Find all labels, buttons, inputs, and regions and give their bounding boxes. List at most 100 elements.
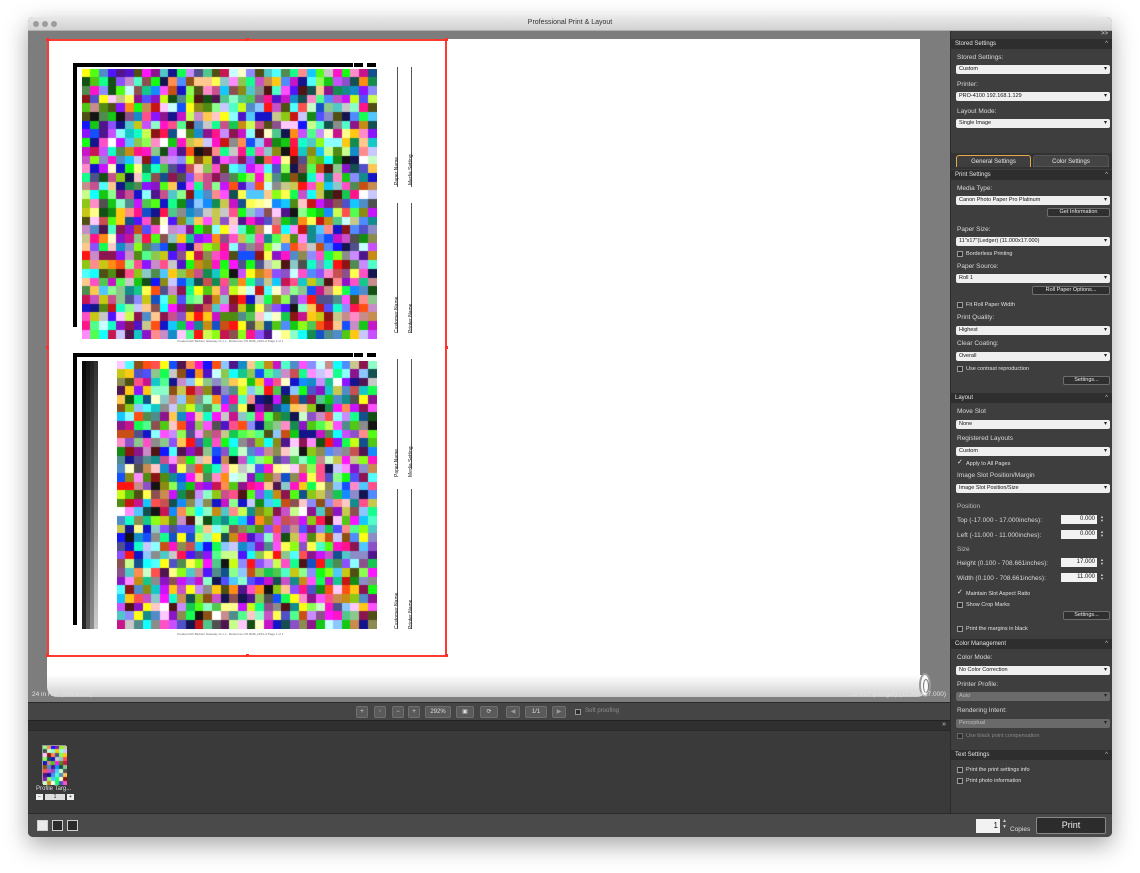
thumbnail-increment-button[interactable]: + xyxy=(67,794,74,800)
top-stepper[interactable]: ▲ ▼ xyxy=(1100,515,1106,524)
thumbnail-divider[interactable]: » xyxy=(28,720,950,730)
thumbnail-count[interactable]: 1 xyxy=(45,794,65,800)
rendering-intent-dropdown[interactable]: Perceptual xyxy=(956,719,1110,728)
paper-size-dropdown[interactable]: 11"x17"(Ledger) (11.000x17.000) xyxy=(956,237,1110,246)
media-type-dropdown[interactable]: Canon Photo Paper Pro Platinum xyxy=(956,196,1110,205)
stored-settings-dropdown[interactable]: Custom xyxy=(956,65,1110,74)
printer-profile-dropdown[interactable]: Auto xyxy=(956,692,1110,701)
registration-mark xyxy=(367,63,376,67)
text-settings-header[interactable]: Text Settings ^ xyxy=(951,750,1112,760)
roll-size-status: 24 in Roll (609.6mm) xyxy=(32,691,93,698)
left-label: Left (-11.000 - 11.000inches): xyxy=(957,532,1042,539)
print-info-checkbox[interactable] xyxy=(957,767,963,773)
stored-settings-label: Stored Settings: xyxy=(957,54,1004,61)
crop-marks-checkbox[interactable] xyxy=(957,602,963,608)
apply-all-checkbox[interactable]: ✓ xyxy=(957,459,963,466)
tab-color-settings[interactable]: Color Settings xyxy=(1033,155,1109,167)
chevron-up-icon[interactable]: ^ xyxy=(1105,393,1108,403)
chevron-up-icon[interactable]: ^ xyxy=(1105,750,1108,760)
slot-handle[interactable] xyxy=(445,346,448,349)
layout-mode-dropdown[interactable]: Single Image xyxy=(956,119,1110,128)
maintain-aspect-checkbox[interactable]: ✓ xyxy=(957,589,963,596)
rotate-icon[interactable]: ⟳ xyxy=(480,706,498,718)
roll-paper-options-button[interactable]: Roll Paper Options... xyxy=(1032,286,1110,295)
top-input[interactable]: 0.000 xyxy=(1061,515,1097,524)
slot-handle[interactable] xyxy=(246,654,249,657)
photo-info-checkbox[interactable] xyxy=(957,778,963,784)
left-input[interactable]: 0.000 xyxy=(1061,530,1097,539)
fit-roll-checkbox[interactable] xyxy=(957,302,963,308)
soft-proofing-checkbox[interactable] xyxy=(575,709,581,715)
media-setting-label: Media Setting xyxy=(408,154,414,185)
layout-settings-button[interactable]: Settings... xyxy=(1063,611,1110,620)
zoom-level-dropdown[interactable]: 292% xyxy=(425,706,451,718)
height-stepper[interactable]: ▲ ▼ xyxy=(1100,558,1106,567)
paper-source-dropdown[interactable]: Roll 1 xyxy=(956,274,1110,283)
margins-black-checkbox[interactable] xyxy=(957,626,963,632)
printer-dropdown[interactable]: PRO-4100 192.168.1.129 xyxy=(956,92,1110,101)
target-page-1: Paper Name Media Setting Customer Name P… xyxy=(51,43,443,345)
print-quality-label: Print Quality: xyxy=(957,314,995,321)
side-view-icon[interactable] xyxy=(67,820,78,831)
bpc-checkbox[interactable] xyxy=(957,733,963,739)
print-settings-button[interactable]: Settings... xyxy=(1063,376,1110,385)
window-title: Professional Print & Layout xyxy=(527,19,613,26)
move-slot-label: Move Slot xyxy=(957,408,986,415)
preview-canvas[interactable]: Paper Name Media Setting Customer Name P… xyxy=(28,31,950,702)
thumbnail-image[interactable] xyxy=(42,745,67,785)
get-information-button[interactable]: Get Information xyxy=(1047,208,1110,217)
chevron-up-icon[interactable]: ^ xyxy=(1105,170,1108,180)
add-page-icon[interactable]: + xyxy=(356,706,368,718)
rendering-intent-label: Rendering Intent: xyxy=(957,707,1007,714)
color-mode-dropdown[interactable]: No Color Correction xyxy=(956,666,1110,675)
tab-general-settings[interactable]: General Settings xyxy=(956,155,1031,167)
chevron-up-icon[interactable]: ^ xyxy=(1105,639,1108,649)
zoom-in-icon[interactable]: + xyxy=(408,706,420,718)
copies-stepper[interactable]: ▲ ▼ xyxy=(1002,818,1007,830)
collapse-panel-icon[interactable]: >> xyxy=(1101,31,1108,37)
borderless-checkbox[interactable] xyxy=(957,251,963,257)
color-patch-grid xyxy=(117,361,377,629)
delete-page-icon[interactable]: × xyxy=(374,706,386,718)
previous-page-icon[interactable]: ◀ xyxy=(506,706,520,718)
zoom-out-icon[interactable]: − xyxy=(392,706,404,718)
slot-handle[interactable] xyxy=(46,346,49,349)
stored-settings-header[interactable]: Stored Settings ^ xyxy=(951,39,1112,49)
next-page-icon[interactable]: ▶ xyxy=(552,706,566,718)
image-slot[interactable]: Paper Name Media Setting Customer Name P… xyxy=(46,38,448,657)
layout-view-icon[interactable]: ▣ xyxy=(456,706,474,718)
layout-header[interactable]: Layout ^ xyxy=(951,393,1112,403)
color-management-header[interactable]: Color Management ^ xyxy=(951,639,1112,649)
slot-handle[interactable] xyxy=(46,38,49,41)
print-quality-dropdown[interactable]: Highest xyxy=(956,326,1110,335)
split-view-icon[interactable] xyxy=(52,820,63,831)
move-slot-dropdown[interactable]: None xyxy=(956,420,1110,429)
slot-handle[interactable] xyxy=(445,38,448,41)
slot-position-dropdown[interactable]: Image Slot Position/Size xyxy=(956,484,1110,493)
slot-handle[interactable] xyxy=(445,654,448,657)
section-title: Color Management xyxy=(955,641,1007,647)
left-stepper[interactable]: ▲ ▼ xyxy=(1100,530,1106,539)
slot-handle[interactable] xyxy=(246,38,249,41)
height-input[interactable]: 17.000 xyxy=(1061,558,1097,567)
width-input[interactable]: 11.000 xyxy=(1061,573,1097,582)
clear-coating-label: Clear Coating: xyxy=(957,340,999,347)
slot-handle[interactable] xyxy=(46,654,49,657)
print-settings-header[interactable]: Print Settings ^ xyxy=(951,170,1112,180)
collapse-chevron-icon[interactable]: » xyxy=(942,721,946,728)
soft-proofing-label: Soft proofing xyxy=(585,708,620,714)
media-setting-label: Media Setting xyxy=(408,446,414,477)
copies-label: Copies xyxy=(1010,826,1031,833)
printer-profile-label: Printer Profile: xyxy=(957,681,999,688)
height-label: Height (0.100 - 708.661inches): xyxy=(957,560,1049,567)
registered-layouts-dropdown[interactable]: Custom xyxy=(956,447,1110,456)
copies-input[interactable]: 1 xyxy=(976,819,1000,833)
chevron-up-icon[interactable]: ^ xyxy=(1105,39,1108,49)
width-stepper[interactable]: ▲ ▼ xyxy=(1100,573,1106,582)
layout-mode-label: Layout Mode: xyxy=(957,108,997,115)
contrast-checkbox[interactable] xyxy=(957,366,963,372)
thumbnail-decrement-button[interactable]: − xyxy=(36,794,43,800)
clear-coating-dropdown[interactable]: Overall xyxy=(956,352,1110,361)
single-view-icon[interactable] xyxy=(37,820,48,831)
print-button[interactable]: Print xyxy=(1036,817,1106,834)
